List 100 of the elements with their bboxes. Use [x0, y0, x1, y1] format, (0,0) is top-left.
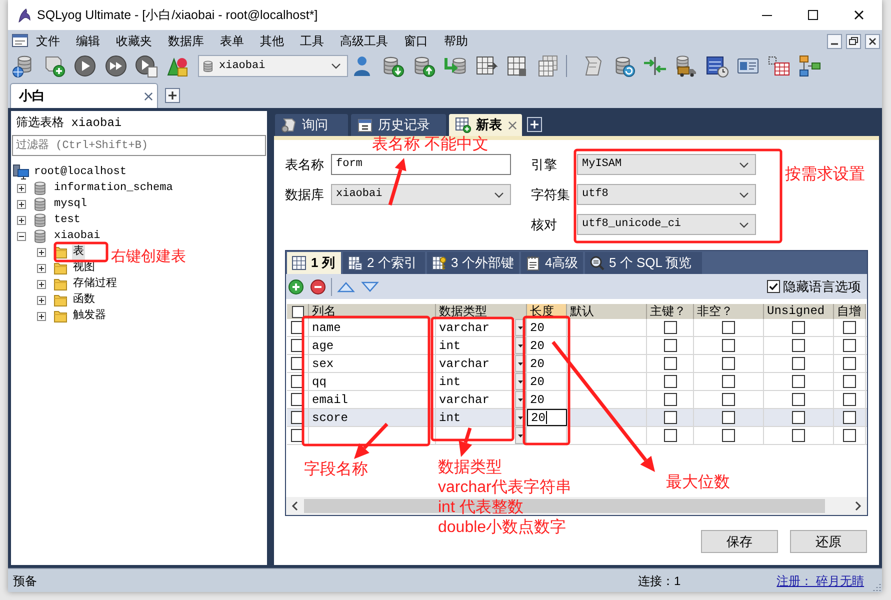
checkbox[interactable]: [843, 321, 856, 334]
checkbox[interactable]: [843, 375, 856, 388]
checkbox[interactable]: [792, 393, 805, 406]
checkbox[interactable]: [722, 393, 735, 406]
checkbox[interactable]: [664, 393, 676, 406]
plus-icon[interactable]: [165, 88, 180, 103]
table-cell[interactable]: 20: [527, 391, 567, 408]
checkbox[interactable]: [291, 411, 304, 424]
checkbox[interactable]: [664, 321, 676, 334]
menu-item[interactable]: 高级工具: [332, 30, 396, 52]
expand-icon[interactable]: [17, 216, 26, 224]
table-cell[interactable]: sex: [309, 355, 436, 372]
app-menu-icon[interactable]: [12, 33, 28, 49]
tab[interactable]: 询问: [275, 114, 348, 136]
diagram-icon[interactable]: [798, 54, 822, 78]
type-dropdown[interactable]: varchar: [436, 391, 527, 408]
table-row[interactable]: score int 20: [287, 409, 867, 427]
table-row[interactable]: qq int 20: [287, 373, 867, 391]
cell-input[interactable]: 20: [527, 409, 567, 426]
collapse-icon[interactable]: [17, 232, 26, 240]
filter-field[interactable]: 过滤器 (Ctrl+Shift+B): [12, 135, 266, 156]
minimize-icon[interactable]: [827, 34, 842, 48]
checkbox[interactable]: [664, 357, 676, 370]
checkbox[interactable]: [843, 411, 856, 424]
remove-icon[interactable]: [310, 278, 326, 294]
checkbox[interactable]: [664, 375, 676, 388]
type-dropdown[interactable]: varchar: [436, 319, 527, 336]
expand-icon[interactable]: [37, 312, 46, 320]
table-icon[interactable]: [505, 54, 529, 78]
move-up-icon[interactable]: [337, 280, 355, 292]
close-icon[interactable]: [865, 34, 880, 48]
tree-item[interactable]: 触发器: [72, 308, 107, 324]
table-grid-icon[interactable]: [767, 54, 791, 78]
menu-item[interactable]: 其他: [252, 30, 292, 52]
checkbox[interactable]: [792, 375, 805, 388]
close-icon[interactable]: [854, 10, 864, 20]
table-cell[interactable]: 20: [527, 373, 567, 390]
checkbox[interactable]: [722, 321, 735, 334]
engine-select[interactable]: MyISAM: [577, 154, 756, 175]
tab[interactable]: 5 个 SQL 预览: [585, 252, 702, 274]
column-header[interactable]: 默认: [567, 304, 647, 319]
expand-icon[interactable]: [37, 264, 46, 272]
type-dropdown[interactable]: varchar: [436, 355, 527, 372]
table-row[interactable]: [287, 427, 867, 445]
tab[interactable]: 小白: [10, 83, 158, 108]
charset-select[interactable]: utf8: [577, 184, 756, 205]
tab[interactable]: 2 个索引: [343, 252, 425, 274]
table-cell[interactable]: 20: [527, 337, 567, 354]
tab[interactable]: 3 个外部键: [427, 252, 519, 274]
checkbox[interactable]: [792, 339, 805, 352]
menu-item[interactable]: 帮助: [436, 30, 476, 52]
checkbox[interactable]: [291, 375, 304, 388]
tab[interactable]: 新表: [449, 114, 522, 136]
checkbox[interactable]: [843, 393, 856, 406]
column-header[interactable]: 主键？: [647, 304, 694, 319]
fast-forward-icon[interactable]: [104, 54, 128, 78]
checkbox[interactable]: [291, 321, 304, 334]
scrollbar-thumb[interactable]: [304, 499, 825, 513]
menu-item[interactable]: 窗口: [396, 30, 436, 52]
database-select[interactable]: xiaobai: [331, 184, 511, 205]
truck-icon[interactable]: [674, 54, 698, 78]
table-cell[interactable]: name: [309, 319, 436, 336]
database-dropdown[interactable]: xiaobai: [198, 55, 348, 77]
checkbox[interactable]: [843, 339, 856, 352]
checkbox[interactable]: [291, 393, 304, 406]
table-cell[interactable]: qq: [309, 373, 436, 390]
expand-icon[interactable]: [37, 280, 46, 288]
type-dropdown[interactable]: int: [436, 337, 527, 354]
expand-icon[interactable]: [17, 184, 26, 192]
tree-item[interactable]: 函数: [72, 292, 96, 308]
menu-item[interactable]: 收藏夹: [108, 30, 160, 52]
checkbox[interactable]: [843, 357, 856, 370]
tree-item[interactable]: mysql: [53, 196, 88, 212]
tree-item[interactable]: test: [53, 212, 82, 228]
table-row[interactable]: age int 20: [287, 337, 867, 355]
chevron-right-icon[interactable]: [855, 501, 862, 511]
restore-icon[interactable]: [846, 34, 861, 48]
checkbox[interactable]: [792, 321, 805, 334]
collation-select[interactable]: utf8_unicode_ci: [577, 214, 756, 235]
horizontal-scrollbar[interactable]: [286, 497, 867, 515]
tab[interactable]: 历史记录: [351, 114, 446, 136]
tab[interactable]: 4高级: [521, 252, 583, 274]
action-button[interactable]: 保存: [701, 530, 778, 553]
checkbox[interactable]: [292, 306, 304, 318]
checkbox[interactable]: [767, 280, 780, 293]
table-row[interactable]: sex varchar 20: [287, 355, 867, 373]
tree-item[interactable]: information_schema: [53, 180, 174, 196]
checkbox[interactable]: [664, 411, 676, 424]
checkbox[interactable]: [792, 429, 805, 442]
table-cell[interactable]: 20: [527, 355, 567, 372]
checkbox[interactable]: [792, 357, 805, 370]
expand-icon[interactable]: [37, 296, 46, 304]
menu-item[interactable]: 表单: [212, 30, 252, 52]
checkbox[interactable]: [291, 357, 304, 370]
table-stack-icon[interactable]: [536, 54, 560, 78]
table-cell[interactable]: email: [309, 391, 436, 408]
checkbox[interactable]: [722, 375, 735, 388]
registration-link[interactable]: 注册： 碎月无睛: [776, 572, 864, 590]
column-header[interactable]: 非空？: [694, 304, 764, 319]
tree-item[interactable]: xiaobai: [53, 228, 102, 244]
